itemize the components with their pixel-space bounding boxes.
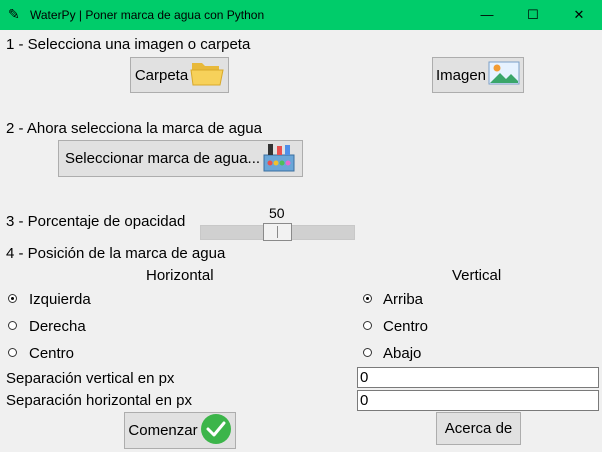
about-button-label: Acerca de <box>444 420 513 437</box>
vertical-option-label: Arriba <box>383 291 424 308</box>
paint-palette-icon <box>262 141 296 177</box>
step1-label: 1 - Selecciona una imagen o carpeta <box>6 36 251 53</box>
check-icon <box>200 413 232 449</box>
landscape-image-icon <box>488 60 520 90</box>
title-bar: ✎ WaterPy | Poner marca de agua con Pyth… <box>0 0 602 30</box>
minimize-button[interactable]: — <box>464 0 510 30</box>
start-button-label: Comenzar <box>128 422 198 439</box>
vertical-option-label: Centro <box>383 318 429 335</box>
start-button[interactable]: Comenzar <box>124 412 236 449</box>
opacity-slider-handle[interactable] <box>263 223 292 241</box>
step3-label: 3 - Porcentaje de opacidad <box>6 213 186 230</box>
horizontal-separation-label: Separación horizontal en px <box>6 392 192 409</box>
horizontal-radio-centro[interactable] <box>8 348 17 357</box>
vertical-radio-abajo[interactable] <box>363 348 372 357</box>
horizontal-radio-derecha[interactable] <box>8 321 17 330</box>
folder-icon <box>190 59 224 91</box>
horizontal-header: Horizontal <box>146 267 214 284</box>
close-button[interactable]: ✕ <box>556 0 602 30</box>
window-title: WaterPy | Poner marca de agua con Python <box>30 8 265 22</box>
vertical-option-label: Abajo <box>383 345 422 362</box>
step2-label: 2 - Ahora selecciona la marca de agua <box>6 120 262 137</box>
horizontal-separation-input[interactable]: 0 <box>357 390 599 411</box>
vertical-separation-input[interactable]: 0 <box>357 367 599 388</box>
opacity-value: 50 <box>269 205 285 221</box>
feather-icon: ✎ <box>8 6 20 22</box>
maximize-button[interactable]: ☐ <box>510 0 556 30</box>
vertical-separation-label: Separación vertical en px <box>6 370 175 387</box>
horizontal-option-label: Izquierda <box>29 291 91 308</box>
select-watermark-button[interactable]: Seleccionar marca de agua... <box>58 140 303 177</box>
horizontal-option-label: Centro <box>29 345 75 362</box>
vertical-header: Vertical <box>452 267 502 284</box>
folder-button[interactable]: Carpeta <box>130 57 229 93</box>
image-button[interactable]: Imagen <box>432 57 524 93</box>
select-watermark-button-label: Seleccionar marca de agua... <box>64 150 261 167</box>
folder-button-label: Carpeta <box>134 66 189 84</box>
image-button-label: Imagen <box>435 66 487 84</box>
horizontal-radio-izquierda[interactable] <box>8 294 17 303</box>
vertical-radio-centro[interactable] <box>363 321 372 330</box>
vertical-radio-arriba[interactable] <box>363 294 372 303</box>
horizontal-option-label: Derecha <box>29 318 86 335</box>
step4-label: 4 - Posición de la marca de agua <box>6 245 226 262</box>
about-button[interactable]: Acerca de <box>436 412 521 445</box>
